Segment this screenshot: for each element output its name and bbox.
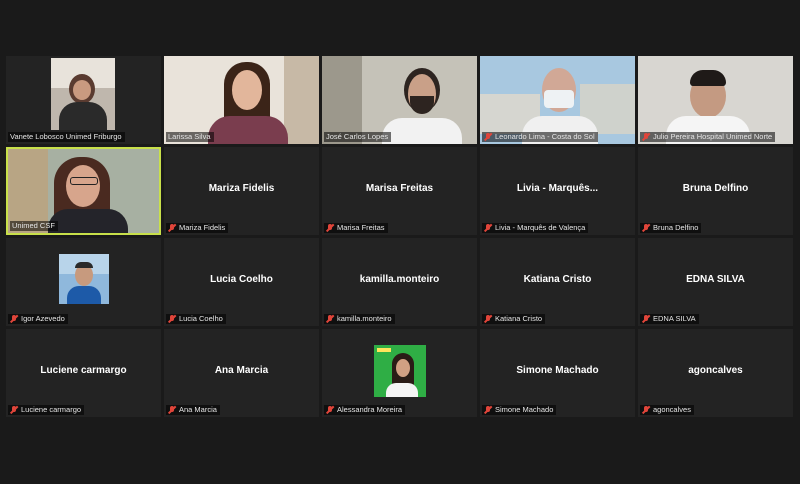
muted-mic-icon: [642, 315, 650, 323]
muted-mic-icon: [10, 406, 18, 414]
participant-tile[interactable]: Vanete Lobosco Unimed Friburgo: [6, 56, 161, 144]
muted-mic-icon: [168, 406, 176, 414]
active-speaker-tile[interactable]: Unimed CSF: [6, 147, 161, 235]
participant-tile[interactable]: kamilla.monteiro kamilla.monteiro: [322, 238, 477, 326]
participant-tile[interactable]: Larissa Silva: [164, 56, 319, 144]
profile-picture: [59, 254, 109, 304]
participant-name-label: EDNA SILVA: [640, 314, 699, 324]
muted-mic-icon: [484, 133, 492, 141]
muted-mic-icon: [326, 406, 334, 414]
participant-name-label: Alessandra Moreira: [324, 405, 406, 415]
muted-mic-icon: [484, 315, 492, 323]
participant-video: [164, 56, 319, 144]
participant-display-name: Lucia Coelho: [210, 274, 273, 285]
gallery-grid: Vanete Lobosco Unimed Friburgo Larissa S…: [6, 56, 793, 417]
muted-mic-icon: [642, 224, 650, 232]
participant-video: [322, 56, 477, 144]
participant-name-label: Luciene carmargo: [8, 405, 85, 415]
profile-picture: [374, 345, 426, 397]
participant-tile[interactable]: agoncalves agoncalves: [638, 329, 793, 417]
muted-mic-icon: [484, 406, 492, 414]
participant-display-name: Luciene carmargo: [40, 365, 127, 376]
participant-name-label: Ana Marcia: [166, 405, 220, 415]
participant-tile[interactable]: Luciene carmargo Luciene carmargo: [6, 329, 161, 417]
participant-tile[interactable]: Marisa Freitas Marisa Freitas: [322, 147, 477, 235]
participant-display-name: EDNA SILVA: [686, 274, 745, 285]
participant-video: [51, 58, 115, 130]
participant-tile[interactable]: Alessandra Moreira: [322, 329, 477, 417]
participant-name-label: Larissa Silva: [166, 132, 214, 142]
participant-name-label: Leonardo Lima - Costa do Sol: [482, 132, 598, 142]
participant-display-name: Ana Marcia: [214, 365, 269, 376]
muted-mic-icon: [326, 224, 334, 232]
participant-display-name: Livia - Marquês...: [516, 183, 599, 194]
participant-name-label: agoncalves: [640, 405, 694, 415]
participant-tile[interactable]: Lucia Coelho Lucia Coelho: [164, 238, 319, 326]
participant-tile[interactable]: Leonardo Lima - Costa do Sol: [480, 56, 635, 144]
participant-name-label: Unimed CSF: [10, 221, 58, 231]
participant-name-label: Igor Azevedo: [8, 314, 68, 324]
muted-mic-icon: [168, 224, 176, 232]
participant-display-name: Katiana Cristo: [523, 274, 592, 285]
participant-display-name: Marisa Freitas: [365, 183, 434, 194]
participant-name-label: Livia - Marquês de Valença: [482, 223, 589, 233]
participant-tile[interactable]: Livia - Marquês... Livia - Marquês de Va…: [480, 147, 635, 235]
participant-video: [638, 56, 793, 144]
participant-name-label: Julio Pereira Hospital Unimed Norte: [640, 132, 776, 142]
muted-mic-icon: [484, 224, 492, 232]
participant-tile[interactable]: Simone Machado Simone Machado: [480, 329, 635, 417]
muted-mic-icon: [168, 315, 176, 323]
participant-name-label: Vanete Lobosco Unimed Friburgo: [8, 132, 125, 142]
muted-mic-icon: [326, 315, 334, 323]
muted-mic-icon: [10, 315, 18, 323]
participant-name-label: Lucia Coelho: [166, 314, 226, 324]
participant-display-name: agoncalves: [688, 365, 743, 376]
participant-tile[interactable]: Mariza Fidelis Mariza Fidelis: [164, 147, 319, 235]
participant-display-name: Simone Machado: [516, 365, 599, 376]
participant-tile[interactable]: Katiana Cristo Katiana Cristo: [480, 238, 635, 326]
participant-video: [480, 56, 635, 144]
muted-mic-icon: [642, 406, 650, 414]
participant-name-label: kamilla.monteiro: [324, 314, 395, 324]
participant-tile[interactable]: Igor Azevedo: [6, 238, 161, 326]
participant-tile[interactable]: Bruna Delfino Bruna Delfino: [638, 147, 793, 235]
participant-name-label: Bruna Delfino: [640, 223, 702, 233]
participant-display-name: Mariza Fidelis: [208, 183, 275, 194]
participant-name-label: Katiana Cristo: [482, 314, 546, 324]
participant-tile[interactable]: José Carlos Lopes: [322, 56, 477, 144]
participant-name-label: Mariza Fidelis: [166, 223, 229, 233]
participant-display-name: kamilla.monteiro: [359, 274, 440, 285]
participant-name-label: Marisa Freitas: [324, 223, 388, 233]
participant-name-label: José Carlos Lopes: [324, 132, 392, 142]
participant-tile[interactable]: EDNA SILVA EDNA SILVA: [638, 238, 793, 326]
participant-tile[interactable]: Julio Pereira Hospital Unimed Norte: [638, 56, 793, 144]
participant-display-name: Bruna Delfino: [682, 183, 749, 194]
muted-mic-icon: [642, 133, 650, 141]
participant-name-label: Simone Machado: [482, 405, 557, 415]
participant-tile[interactable]: Ana Marcia Ana Marcia: [164, 329, 319, 417]
